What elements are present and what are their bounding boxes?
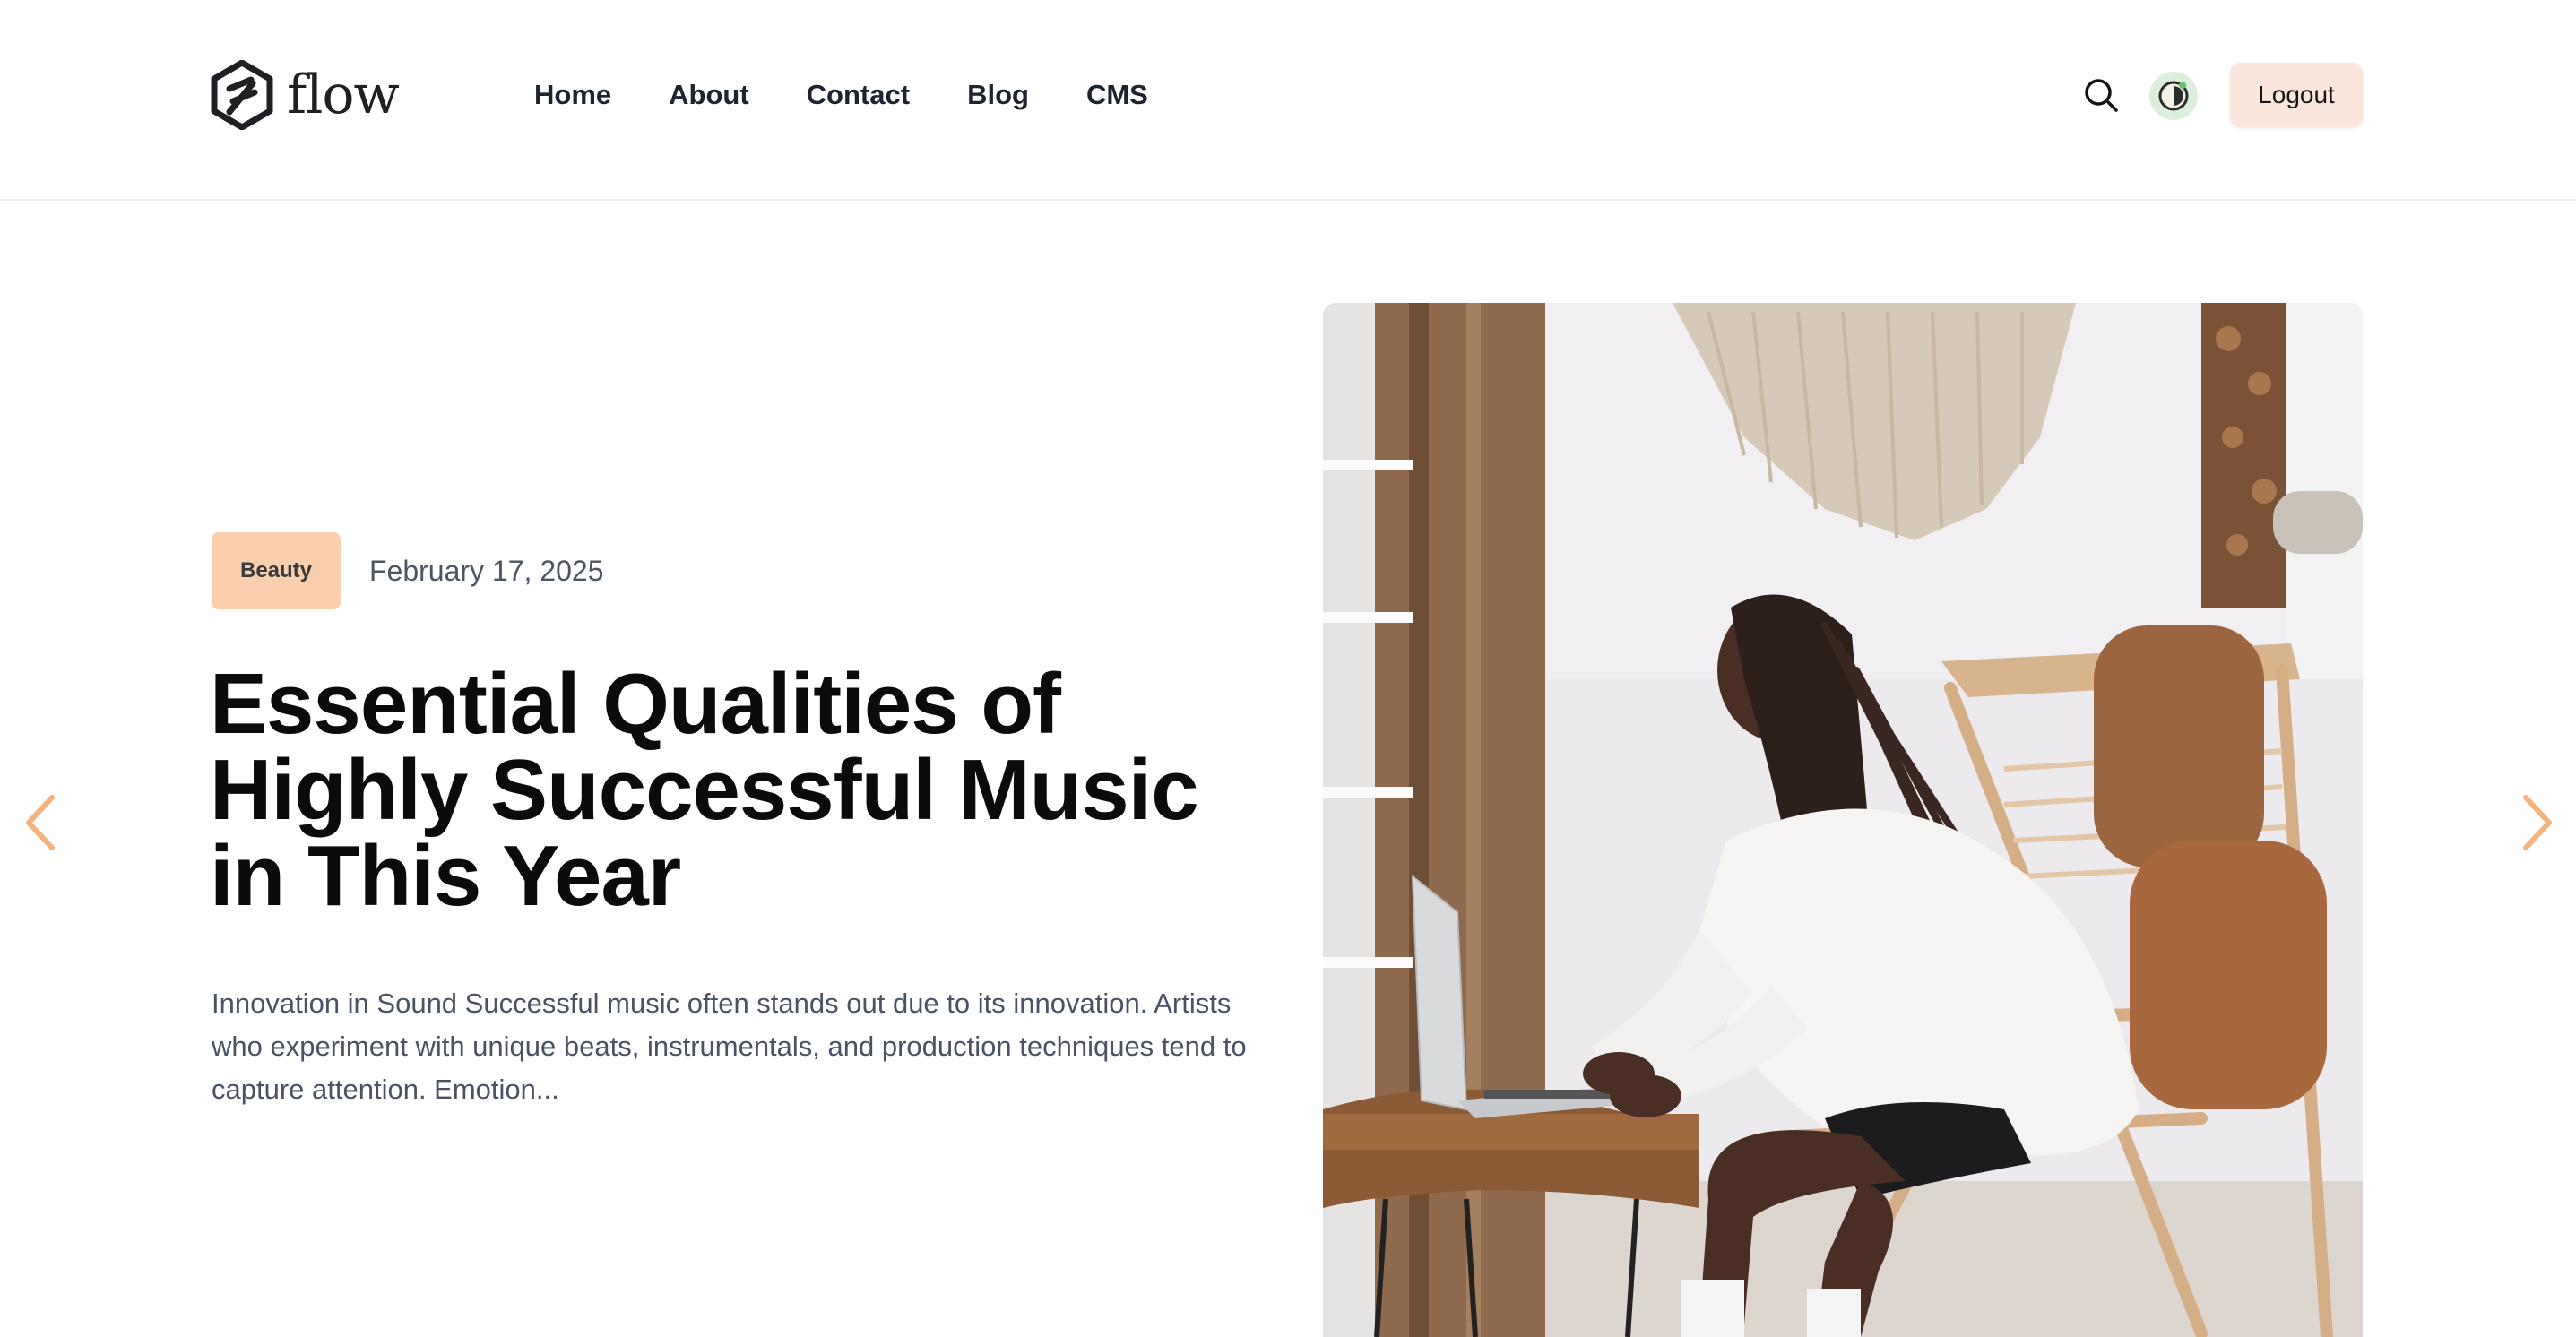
post-title[interactable]: Essential Qualities of Highly Successful… xyxy=(210,661,1267,919)
nav-home[interactable]: Home xyxy=(534,79,611,111)
post-excerpt: Innovation in Sound Successful music oft… xyxy=(212,988,1247,1105)
brand-logo[interactable]: flow xyxy=(210,59,400,131)
chevron-left-icon xyxy=(26,795,55,850)
category-badge[interactable]: Beauty xyxy=(212,532,341,609)
main-nav: Home About Contact Blog CMS xyxy=(534,73,1148,116)
nav-blog[interactable]: Blog xyxy=(967,79,1029,111)
page: flow Home About Contact Blog CMS Logout xyxy=(0,0,2576,1337)
chevron-right-icon xyxy=(2523,795,2552,850)
nav-contact[interactable]: Contact xyxy=(807,79,910,111)
slider-prev-button[interactable] xyxy=(16,789,63,857)
site-header: flow Home About Contact Blog CMS Logout xyxy=(0,0,2576,201)
search-icon xyxy=(2085,79,2118,112)
flow-logo-icon xyxy=(211,60,273,130)
featured-image[interactable] xyxy=(1323,303,2363,1337)
theme-toggle-icon xyxy=(2158,81,2189,111)
logout-button[interactable]: Logout xyxy=(2230,63,2363,127)
woman-working-on-laptop-photo xyxy=(1323,303,2363,1337)
nav-cms[interactable]: CMS xyxy=(1086,79,1148,111)
brand-name: flow xyxy=(287,64,400,126)
nav-about[interactable]: About xyxy=(669,79,749,111)
theme-toggle-button[interactable] xyxy=(2149,72,2198,120)
slider-next-button[interactable] xyxy=(2515,789,2562,857)
post-date: February 17, 2025 xyxy=(369,555,604,587)
search-button[interactable] xyxy=(2081,75,2121,115)
